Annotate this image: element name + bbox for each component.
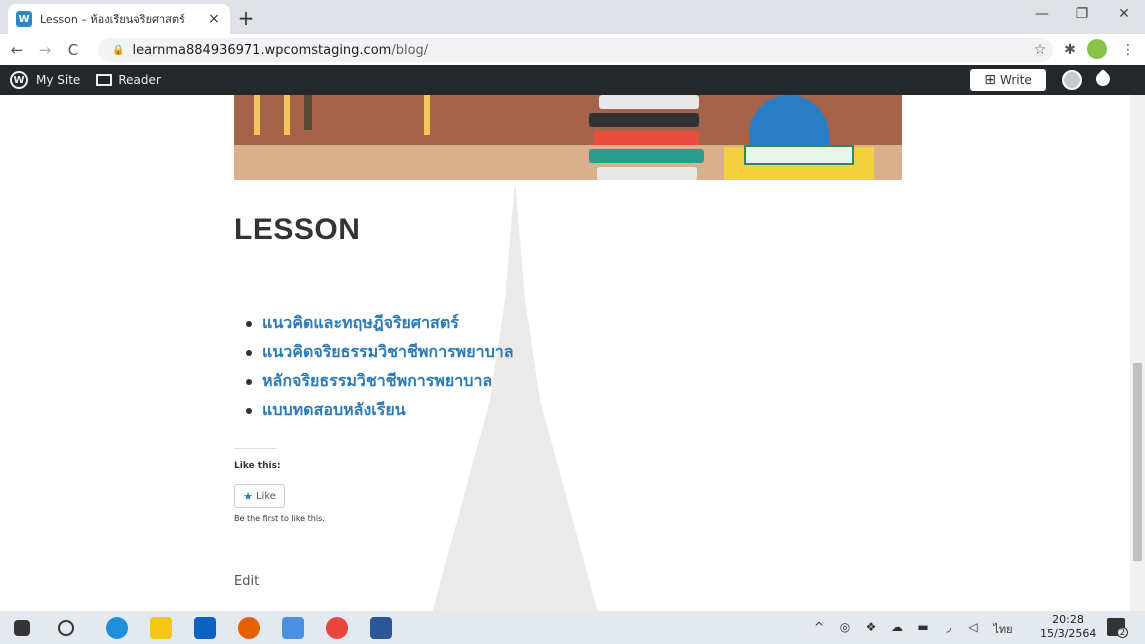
lesson-link[interactable]: หลักจริยธรรมวิชาชีพการพยาบาล (262, 369, 492, 394)
mail-icon[interactable] (194, 617, 216, 639)
url-path: /blog/ (391, 42, 429, 58)
window-close-button[interactable]: ✕ (1112, 6, 1136, 22)
banner-post (284, 95, 290, 135)
onedrive-icon[interactable]: ☁ (888, 620, 906, 634)
chrome-profile-avatar[interactable] (1087, 39, 1107, 59)
tab-close-icon[interactable]: × (206, 11, 222, 27)
featured-image (234, 95, 902, 180)
notification-count-badge: 2 (1117, 627, 1128, 638)
divider (234, 448, 276, 449)
lesson-link[interactable]: แบบทดสอบหลังเรียน (262, 398, 406, 423)
meet-now-icon[interactable]: ◎ (836, 620, 854, 634)
banner-books (589, 95, 709, 180)
tab-title: Lesson – ห้องเรียนจริยศาสตร์ (40, 13, 185, 26)
wordpress-logo-icon: W (10, 71, 28, 89)
url-text: learnma884936971.wpcomstaging.com/blog/ (132, 43, 428, 58)
chrome-menu-icon[interactable]: ⋮ (1118, 42, 1138, 58)
list-item: แนวคิดจริยธรรมวิชาชีพการพยาบาล (246, 338, 514, 367)
wp-admin-bar: W My Site Reader ⊞ Write (0, 65, 1145, 95)
star-icon: ★ (243, 489, 253, 503)
bullet (246, 407, 252, 414)
post-title: LESSON (234, 213, 361, 246)
notifications-bell-icon[interactable] (1093, 69, 1113, 89)
write-button[interactable]: ⊞ Write (970, 69, 1046, 91)
windows-taskbar: ^ ◎ ❖ ☁ ▬ ◞ ◁ ไทย 20:28 15/3/2564 2 (0, 611, 1145, 644)
wp-user-avatar[interactable] (1062, 70, 1082, 90)
like-note: Be the first to like this. (234, 514, 325, 523)
like-button[interactable]: ★ Like (234, 484, 285, 508)
page-scrollbar[interactable] (1130, 95, 1145, 611)
search-icon[interactable] (58, 620, 74, 636)
wordpress-favicon-icon: W (16, 11, 32, 27)
tray-chevron-icon[interactable]: ^ (810, 620, 828, 634)
book (589, 113, 699, 127)
system-clock[interactable]: 20:28 15/3/2564 (1040, 613, 1096, 641)
book (597, 167, 697, 180)
lesson-link[interactable]: แนวคิดจริยธรรมวิชาชีพการพยาบาล (262, 340, 514, 365)
restore-button[interactable]: ❐ (1070, 6, 1094, 22)
lesson-link[interactable]: แนวคิดและทฤษฎีจริยศาสตร์ (262, 311, 459, 336)
like-heading: Like this: (234, 461, 281, 471)
new-tab-button[interactable]: + (234, 6, 258, 30)
lock-icon: 🔒 (112, 44, 125, 56)
browser-tab-active[interactable]: W Lesson – ห้องเรียนจริยศาสตร์ × (8, 4, 230, 34)
page-content: LESSON แนวคิดและทฤษฎีจริยศาสตร์ แนวคิดจร… (0, 95, 1130, 611)
reader-label: Reader (118, 73, 161, 87)
battery-icon[interactable]: ▬ (914, 620, 932, 634)
firefox-icon[interactable] (238, 617, 260, 639)
browser-toolbar: ← → C 🔒 learnma884936971.wpcomstaging.co… (0, 34, 1145, 65)
address-bar[interactable]: 🔒 learnma884936971.wpcomstaging.com/blog… (98, 38, 1053, 62)
reload-button[interactable]: C (62, 41, 84, 59)
scrollbar-thumb[interactable] (1133, 363, 1142, 561)
book (599, 95, 699, 109)
wifi-icon[interactable]: ◞ (940, 620, 958, 634)
banner-table (304, 95, 312, 130)
word-icon[interactable] (370, 617, 392, 639)
volume-icon[interactable]: ◁ (964, 620, 982, 634)
reader-link[interactable]: Reader (96, 73, 161, 87)
book (589, 149, 704, 163)
language-indicator[interactable]: ไทย (988, 620, 1018, 638)
banner-book-open (744, 145, 854, 165)
bullet (246, 349, 252, 356)
book (594, 131, 699, 145)
write-icon: ⊞ (984, 72, 997, 88)
clock-time: 20:28 (1052, 613, 1084, 626)
my-site-link[interactable]: W My Site (10, 71, 80, 89)
list-item: แนวคิดและทฤษฎีจริยศาสตร์ (246, 309, 514, 338)
windows-start-icon[interactable] (14, 620, 30, 636)
back-button[interactable]: ← (6, 41, 28, 59)
banner-post (424, 95, 430, 135)
minimize-button[interactable]: — (1030, 6, 1054, 22)
url-host: learnma884936971.wpcomstaging.com (132, 42, 392, 58)
bullet (246, 320, 252, 327)
lesson-list: แนวคิดและทฤษฎีจริยศาสตร์ แนวคิดจริยธรรมว… (246, 309, 514, 425)
list-item: หลักจริยธรรมวิชาชีพการพยาบาล (246, 367, 514, 396)
write-label: Write (1000, 73, 1032, 87)
like-label: Like (255, 490, 276, 502)
forward-button[interactable]: → (34, 41, 56, 59)
chrome-icon[interactable] (326, 617, 348, 639)
list-item: แบบทดสอบหลังเรียน (246, 396, 514, 425)
my-site-label: My Site (36, 73, 81, 87)
bullet (246, 378, 252, 385)
amazon-app-icon[interactable] (282, 617, 304, 639)
clock-date: 15/3/2564 (1040, 627, 1097, 640)
bookmark-star-icon[interactable]: ☆ (1030, 42, 1050, 58)
extensions-icon[interactable]: ✱ (1060, 42, 1080, 58)
browser-tab-strip: W Lesson – ห้องเรียนจริยศาสตร์ × + — ❐ ✕ (0, 0, 1145, 34)
banner-post (254, 95, 260, 135)
reader-icon (96, 74, 113, 86)
dropbox-icon[interactable]: ❖ (862, 620, 880, 634)
edge-browser-icon[interactable] (106, 617, 128, 639)
file-explorer-icon[interactable] (150, 617, 172, 639)
edit-link[interactable]: Edit (234, 574, 259, 589)
